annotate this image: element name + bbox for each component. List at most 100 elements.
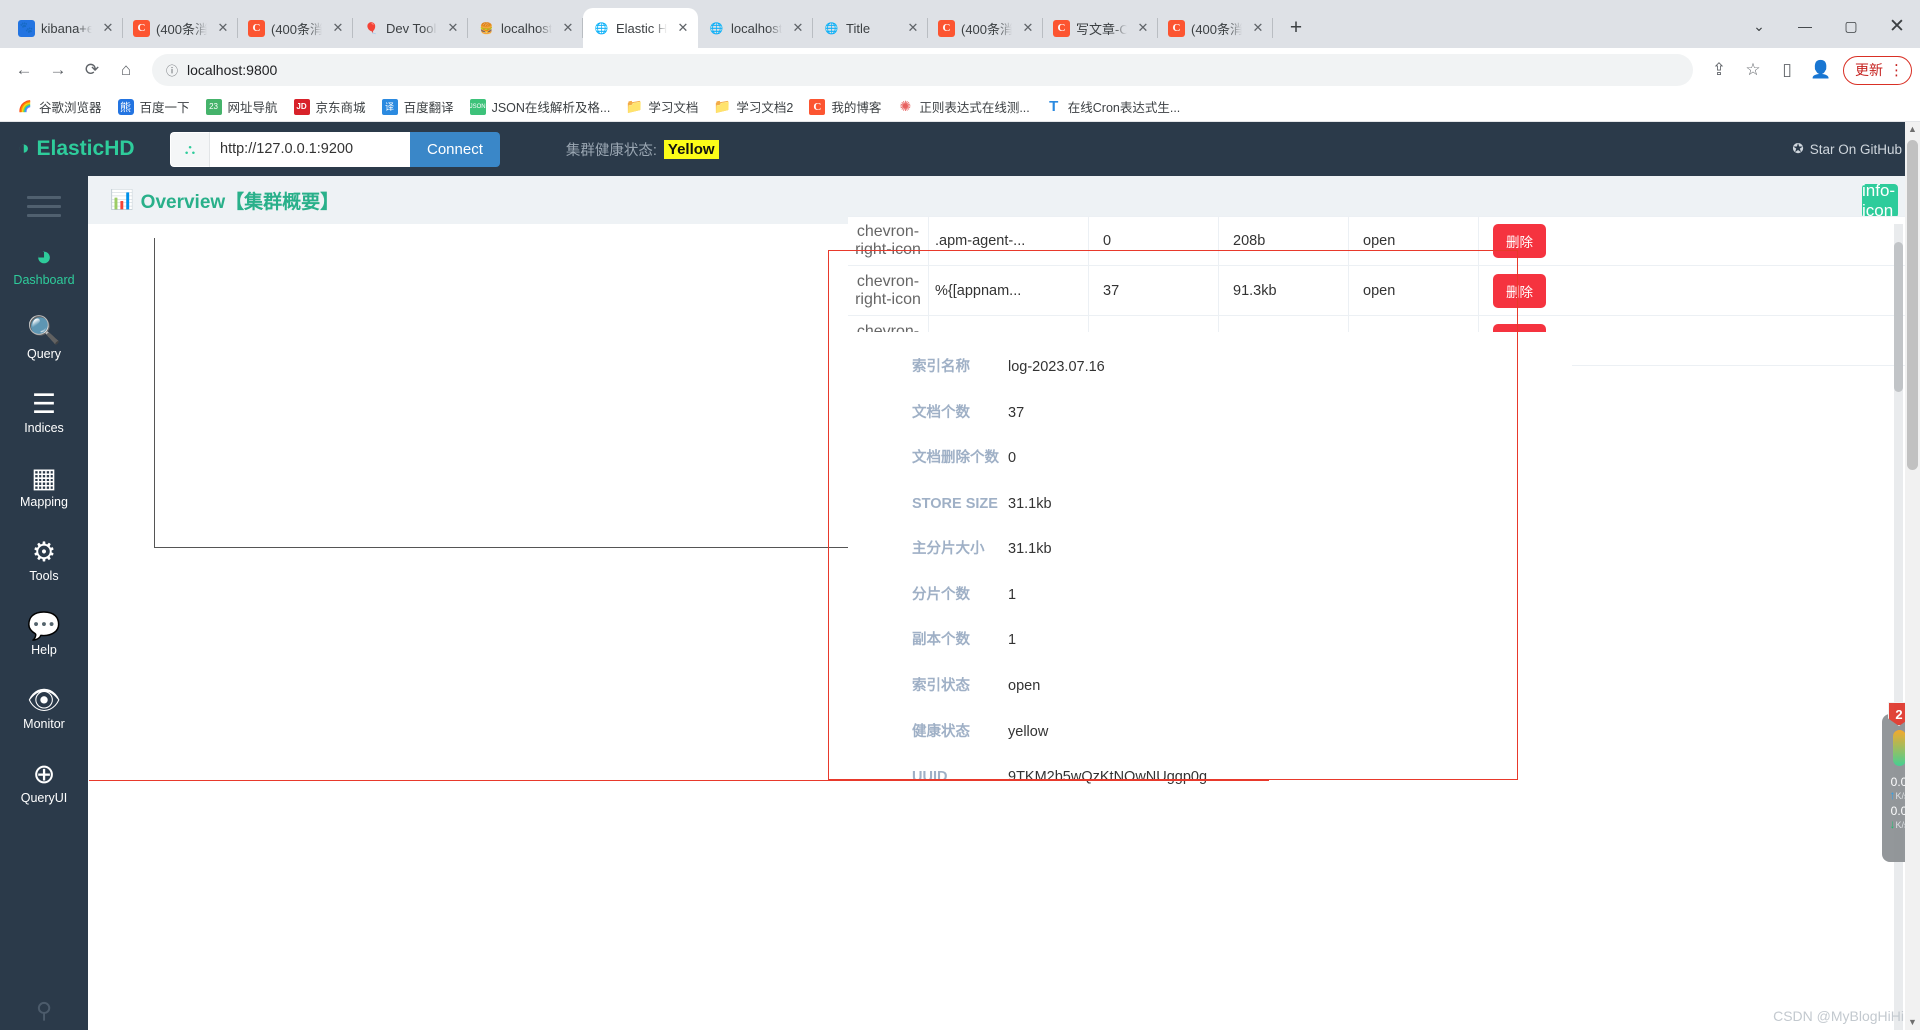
browser-tab[interactable]: C (400条消 ✕ xyxy=(238,8,353,48)
sidebar-item-mapping[interactable]: ▦ Mapping xyxy=(0,450,88,524)
browser-tab[interactable]: 🌐 localhost ✕ xyxy=(698,8,813,48)
sidebar-item-queryui[interactable]: ⊕ QueryUI xyxy=(0,746,88,820)
index-name-cell: .apm-agent-... xyxy=(928,217,1088,265)
connection-bar: ⛬ Connect xyxy=(170,131,500,167)
page-scrollbar-thumb[interactable] xyxy=(1907,140,1918,470)
localhost-icon: 🍔 xyxy=(479,22,494,35)
site-info-icon[interactable]: ⓘ xyxy=(166,62,178,79)
new-tab-button[interactable]: + xyxy=(1279,11,1313,45)
scroll-up-arrow-icon[interactable]: ▲ xyxy=(1905,122,1920,137)
tab-list-chevron-icon[interactable]: ⌄ xyxy=(1736,4,1782,48)
home-icon[interactable]: ⌂ xyxy=(110,54,142,86)
browser-tab[interactable]: C (400条消 ✕ xyxy=(928,8,1043,48)
status-badge: Yellow xyxy=(663,139,719,159)
sidebar-item-tools[interactable]: ⚙ Tools xyxy=(0,524,88,598)
bookmark-item[interactable]: 译百度翻译 xyxy=(375,94,461,119)
browser-tab-active[interactable]: 🌐 Elastic H ✕ xyxy=(583,8,698,48)
github-star-link[interactable]: ✪ Star On GitHub xyxy=(1792,141,1902,157)
detail-value: yellow xyxy=(1008,723,1049,740)
update-button[interactable]: 更新 ⋮ xyxy=(1843,55,1912,85)
browser-tab[interactable]: 🎈 Dev Tool ✕ xyxy=(353,8,468,48)
cluster-url-input[interactable] xyxy=(210,131,410,167)
bookmark-item[interactable]: 📁 学习文档 xyxy=(619,94,705,119)
side-panel-icon[interactable]: ▯ xyxy=(1771,54,1803,86)
browser-tab[interactable]: 🌐 Title ✕ xyxy=(813,8,928,48)
address-bar[interactable]: ⓘ localhost:9800 xyxy=(152,54,1693,86)
tab-title: kibana+e xyxy=(41,20,93,36)
tab-close-icon[interactable]: ✕ xyxy=(329,19,347,37)
browser-tab[interactable]: C (400条消 ✕ xyxy=(1158,8,1273,48)
delete-button[interactable]: 删除 xyxy=(1493,273,1546,308)
tab-close-icon[interactable]: ✕ xyxy=(789,19,807,37)
bookmark-item[interactable]: C 我的博客 xyxy=(802,94,888,119)
hamburger-icon[interactable] xyxy=(0,184,88,228)
detail-key: 分片个数 xyxy=(912,586,970,603)
browser-tab[interactable]: C (400条消 ✕ xyxy=(123,8,238,48)
bookmark-item[interactable]: T 在线Cron表达式生... xyxy=(1039,94,1188,119)
table-row[interactable]: chevron-right-icon %{[appnam... 37 91.3k… xyxy=(848,266,1920,316)
tab-close-icon[interactable]: ✕ xyxy=(99,19,117,37)
tab-close-icon[interactable]: ✕ xyxy=(559,19,577,37)
cron-icon: T xyxy=(1049,98,1059,115)
profile-avatar-icon[interactable]: 👤 xyxy=(1805,54,1837,86)
bookmark-item[interactable]: 熊百度一下 xyxy=(111,94,197,119)
page-title: 📊 Overview【集群概要】 xyxy=(110,187,339,214)
scroll-down-arrow-icon[interactable]: ▼ xyxy=(1905,1015,1920,1030)
browser-tab[interactable]: 🍔 localhost ✕ xyxy=(468,8,583,48)
chevron-right-icon[interactable]: chevron-right-icon xyxy=(848,273,928,309)
gears-icon: ⚙ xyxy=(31,537,57,567)
tab-close-icon[interactable]: ✕ xyxy=(1134,19,1152,37)
bookmark-item[interactable]: 🌈 谷歌浏览器 xyxy=(10,94,109,119)
bookmark-item[interactable]: 📁 学习文档2 xyxy=(707,94,800,119)
actions-cell: 删除 xyxy=(1478,217,1920,265)
share-icon[interactable]: ⇪ xyxy=(1703,54,1735,86)
app-body: ◕ Dashboard 🔍 Query ☰ Indices ▦ Mapping … xyxy=(0,122,1920,1030)
watermark: CSDN @MyBlogHiHi xyxy=(1773,1008,1904,1024)
bookmark-item[interactable]: JD 京东商城 xyxy=(287,94,373,119)
back-icon[interactable]: ← xyxy=(8,54,40,86)
browser-tab[interactable]: C 写文章-C ✕ xyxy=(1043,8,1158,48)
info-icon[interactable]: info-icon xyxy=(1862,181,1898,220)
sidebar-item-indices[interactable]: ☰ Indices xyxy=(0,376,88,450)
globe-icon: 🌐 xyxy=(709,22,724,35)
sidebar-item-label: Help xyxy=(31,643,57,657)
tab-close-icon[interactable]: ✕ xyxy=(1249,19,1267,37)
connect-button[interactable]: Connect xyxy=(410,131,500,167)
tab-close-icon[interactable]: ✕ xyxy=(674,19,692,37)
tab-close-icon[interactable]: ✕ xyxy=(214,19,232,37)
tab-title: localhost xyxy=(731,20,783,36)
sidebar-item-dashboard[interactable]: ◕ Dashboard xyxy=(0,228,97,302)
bookmark-label: 百度翻译 xyxy=(403,101,454,115)
tab-close-icon[interactable]: ✕ xyxy=(444,19,462,37)
sidebar-item-label: Query xyxy=(26,347,62,361)
reload-icon[interactable]: ⟳ xyxy=(76,54,108,86)
bookmark-item[interactable]: JSON JSON在线解析及格... xyxy=(463,94,618,119)
bookmark-star-icon[interactable]: ☆ xyxy=(1737,54,1769,86)
tab-close-icon[interactable]: ✕ xyxy=(1019,19,1037,37)
maximize-icon[interactable]: ▢ xyxy=(1828,4,1874,48)
sidebar-item-monitor[interactable]: 👁 Monitor xyxy=(0,672,88,746)
chart-placeholder-panel xyxy=(154,238,944,548)
table-row[interactable]: chevron-right-icon .apm-agent-... 0 208b… xyxy=(848,216,1920,266)
sidebar-item-help[interactable]: 💬 Help xyxy=(0,598,88,672)
panel-scrollbar-thumb[interactable] xyxy=(1894,242,1903,392)
sidebar-item-label: Dashboard xyxy=(13,273,75,287)
bookmark-item[interactable]: ✺ 正则表达式在线测... xyxy=(890,94,1036,119)
close-icon[interactable]: ✕ xyxy=(1874,4,1920,48)
chevron-right-icon[interactable]: chevron-right-icon xyxy=(848,223,928,259)
panel-scrollbar[interactable] xyxy=(1894,224,1903,1030)
detail-key: 文档删除个数 xyxy=(912,450,999,467)
speed-gauge-icon xyxy=(1892,730,1906,766)
chrome-menu-icon[interactable]: ⋮ xyxy=(1889,61,1904,79)
bookmark-label: 正则表达式在线测... xyxy=(919,101,1030,115)
sidebar-item-query[interactable]: 🔍 Query xyxy=(0,302,88,376)
forward-icon[interactable]: → xyxy=(42,54,74,86)
tab-close-icon[interactable]: ✕ xyxy=(904,19,922,37)
app-logo[interactable]: ◑ ElasticHD xyxy=(18,137,156,161)
github-label: Star On GitHub xyxy=(1809,141,1902,157)
bookmark-item[interactable]: 23 网址导航 xyxy=(199,94,285,119)
browser-tab[interactable]: 🐾 kibana+e ✕ xyxy=(8,8,123,48)
delete-button[interactable]: 删除 xyxy=(1493,224,1546,258)
minimize-icon[interactable]: — xyxy=(1782,4,1828,48)
page-scrollbar[interactable]: ▲ ▼ xyxy=(1905,122,1920,1030)
